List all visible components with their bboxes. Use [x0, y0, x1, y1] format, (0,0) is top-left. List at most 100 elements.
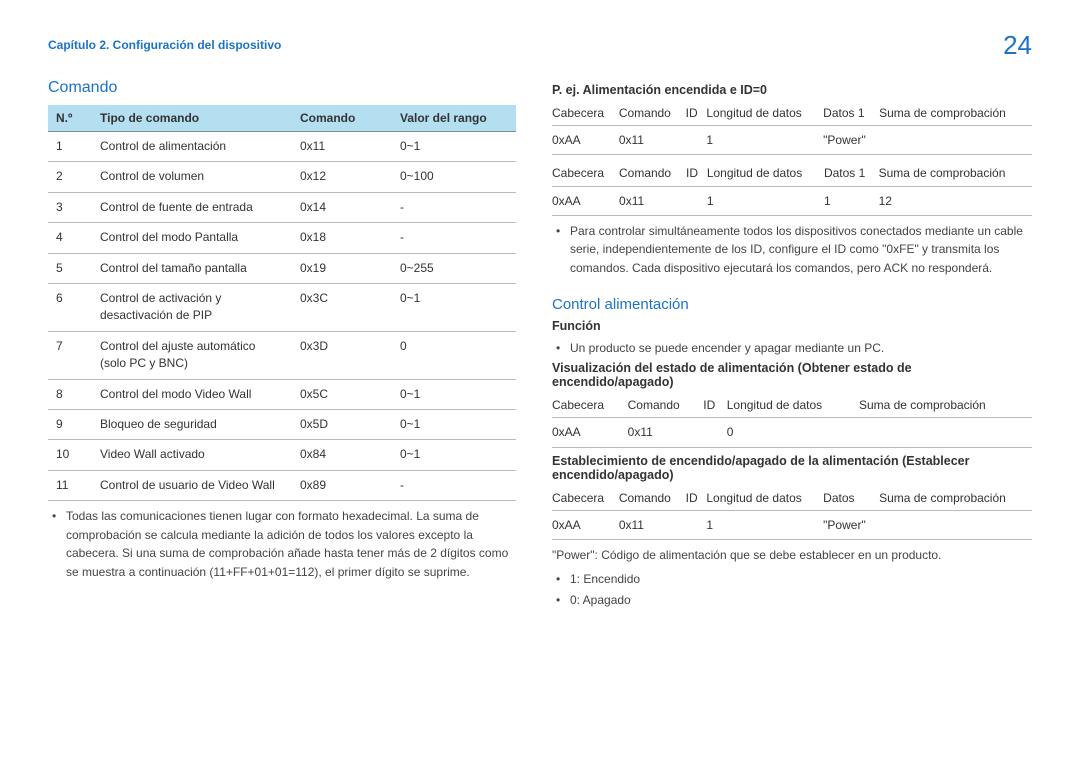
- param-header-row: Cabecera Comando ID Longitud de datos Da…: [552, 101, 1032, 126]
- cell-cabecera: 0xAA: [552, 186, 619, 215]
- th-cabecera: Cabecera: [552, 486, 619, 511]
- table-row: 11Control de usuario de Video Wall0x89-: [48, 470, 516, 500]
- cell-comando: 0x18: [292, 223, 392, 253]
- th-cabecera: Cabecera: [552, 393, 628, 418]
- cell-suma: [879, 510, 1032, 539]
- set-state-table: Cabecera Comando ID Longitud de datos Da…: [552, 486, 1032, 540]
- power-value-on: 1: Encendido: [556, 570, 1032, 589]
- cell-n: 10: [48, 440, 92, 470]
- th-suma: Suma de comprobación: [879, 486, 1032, 511]
- cell-comando: 0x12: [292, 162, 392, 192]
- cell-valor: 0~1: [392, 283, 516, 331]
- cell-comando: 0x11: [628, 418, 704, 447]
- cell-n: 9: [48, 409, 92, 439]
- left-column: Comando N.º Tipo de comando Comando Valo…: [48, 79, 516, 612]
- cell-datos1: 1: [824, 186, 879, 215]
- cell-tipo: Video Wall activado: [92, 440, 292, 470]
- cell-n: 6: [48, 283, 92, 331]
- cell-comando: 0x89: [292, 470, 392, 500]
- cell-id: [686, 126, 707, 155]
- th-n: N.º: [48, 105, 92, 132]
- cell-cabecera: 0xAA: [552, 418, 628, 447]
- cell-tipo: Control de fuente de entrada: [92, 192, 292, 222]
- cell-datos1: "Power": [823, 126, 879, 155]
- param-row: 0xAA 0x11 0: [552, 418, 1032, 447]
- table-row: 2Control de volumen0x120~100: [48, 162, 516, 192]
- table-row: 4Control del modo Pantalla0x18-: [48, 223, 516, 253]
- th-datos1: Datos 1: [823, 101, 879, 126]
- command-table: N.º Tipo de comando Comando Valor del ra…: [48, 105, 516, 501]
- cell-longitud: 1: [706, 126, 823, 155]
- left-note-list: Todas las comunicaciones tienen lugar co…: [48, 507, 516, 581]
- view-state-table: Cabecera Comando ID Longitud de datos Su…: [552, 393, 1032, 447]
- cell-valor: -: [392, 223, 516, 253]
- cell-comando: 0x11: [619, 126, 686, 155]
- th-comando: Comando: [619, 161, 686, 186]
- th-longitud: Longitud de datos: [727, 393, 859, 418]
- cell-longitud: 1: [706, 510, 823, 539]
- table-row: 10Video Wall activado0x840~1: [48, 440, 516, 470]
- th-id: ID: [686, 101, 707, 126]
- set-state-title: Establecimiento de encendido/apagado de …: [552, 454, 1032, 482]
- param-row: 0xAA 0x11 1 "Power": [552, 126, 1032, 155]
- cell-n: 2: [48, 162, 92, 192]
- cell-tipo: Control de alimentación: [92, 132, 292, 162]
- th-comando: Comando: [619, 101, 686, 126]
- cell-comando: 0x11: [619, 510, 686, 539]
- table-row: 3Control de fuente de entrada0x14-: [48, 192, 516, 222]
- cell-tipo: Control del modo Pantalla: [92, 223, 292, 253]
- example-title: P. ej. Alimentación encendida e ID=0: [552, 83, 1032, 97]
- table-row: 7Control del ajuste automático (solo PC …: [48, 331, 516, 379]
- table-row: 1Control de alimentación0x110~1: [48, 132, 516, 162]
- left-note: Todas las comunicaciones tienen lugar co…: [52, 507, 516, 581]
- power-code-note: "Power": Código de alimentación que se d…: [552, 546, 1032, 565]
- th-comando: Comando: [628, 393, 704, 418]
- th-comando: Comando: [292, 105, 392, 132]
- cell-n: 8: [48, 379, 92, 409]
- cell-n: 4: [48, 223, 92, 253]
- th-longitud: Longitud de datos: [707, 161, 824, 186]
- cell-n: 5: [48, 253, 92, 283]
- cell-n: 1: [48, 132, 92, 162]
- th-id: ID: [686, 161, 707, 186]
- cell-longitud: 0: [727, 418, 859, 447]
- page-header: Capítulo 2. Configuración del dispositiv…: [48, 30, 1032, 61]
- cell-suma: [879, 126, 1032, 155]
- th-longitud: Longitud de datos: [706, 486, 823, 511]
- cell-tipo: Control del tamaño pantalla: [92, 253, 292, 283]
- th-comando: Comando: [619, 486, 686, 511]
- page-number: 24: [1003, 30, 1032, 61]
- control-alimentacion-title: Control alimentación: [552, 296, 1032, 313]
- cell-tipo: Control del ajuste automático (solo PC y…: [92, 331, 292, 379]
- chapter-label: Capítulo 2. Configuración del dispositiv…: [48, 30, 281, 52]
- cell-tipo: Control del modo Video Wall: [92, 379, 292, 409]
- cell-comando: 0x11: [619, 186, 686, 215]
- table-row: 6Control de activación y desactivación d…: [48, 283, 516, 331]
- th-suma: Suma de comprobación: [879, 101, 1032, 126]
- cell-datos: "Power": [823, 510, 879, 539]
- cell-valor: 0~1: [392, 409, 516, 439]
- cell-suma: [859, 418, 1032, 447]
- param-header-row: Cabecera Comando ID Longitud de datos Da…: [552, 161, 1032, 186]
- cell-cabecera: 0xAA: [552, 510, 619, 539]
- cell-comando: 0x84: [292, 440, 392, 470]
- power-values-list: 1: Encendido 0: Apagado: [552, 570, 1032, 609]
- cell-id: [686, 186, 707, 215]
- function-bullet: Un producto se puede encender y apagar m…: [556, 339, 1032, 358]
- th-cabecera: Cabecera: [552, 161, 619, 186]
- cell-valor: 0~1: [392, 379, 516, 409]
- cell-longitud: 1: [707, 186, 824, 215]
- cell-comando: 0x3C: [292, 283, 392, 331]
- cell-tipo: Control de usuario de Video Wall: [92, 470, 292, 500]
- view-state-title: Visualización del estado de alimentación…: [552, 361, 1032, 389]
- th-datos: Datos: [823, 486, 879, 511]
- th-longitud: Longitud de datos: [706, 101, 823, 126]
- cell-valor: 0: [392, 331, 516, 379]
- cell-valor: 0~1: [392, 132, 516, 162]
- param-header-row: Cabecera Comando ID Longitud de datos Da…: [552, 486, 1032, 511]
- cell-n: 3: [48, 192, 92, 222]
- example-table-2: Cabecera Comando ID Longitud de datos Da…: [552, 161, 1032, 215]
- cell-valor: 0~100: [392, 162, 516, 192]
- cell-comando: 0x5D: [292, 409, 392, 439]
- cell-comando: 0x5C: [292, 379, 392, 409]
